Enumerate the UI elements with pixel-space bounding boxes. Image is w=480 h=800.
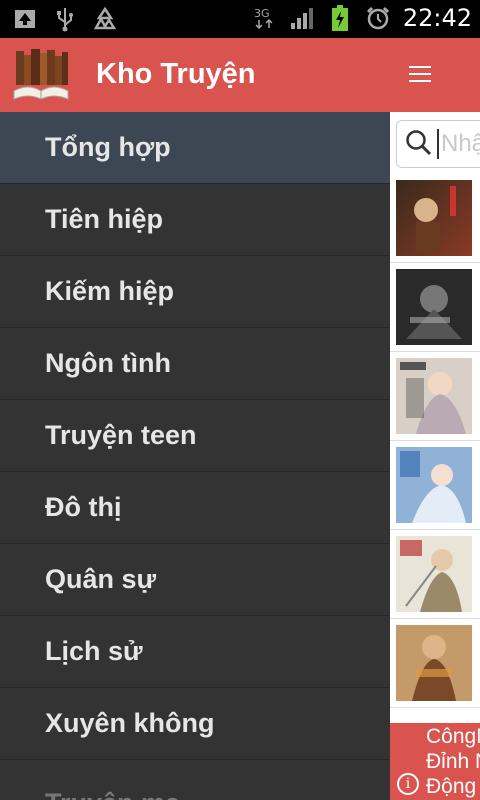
drawer-item-quan-su[interactable]: Quân sự bbox=[0, 544, 390, 616]
list-item[interactable] bbox=[390, 441, 480, 530]
battery-icon bbox=[327, 5, 353, 31]
drawer-item-tong-hop[interactable]: Tổng hợp bbox=[0, 112, 390, 184]
drawer-item-ngon-tinh[interactable]: Ngôn tình bbox=[0, 328, 390, 400]
navigation-drawer: Tổng hợp Tiên hiệp Kiếm hiệp Ngôn tình T… bbox=[0, 112, 390, 800]
drawer-item-label: Truyện ma bbox=[45, 788, 180, 800]
book-cover-5 bbox=[396, 536, 472, 612]
signal-icon bbox=[289, 5, 315, 31]
drawer-item-label: Lịch sử bbox=[45, 636, 143, 666]
notification-icons bbox=[12, 6, 118, 32]
status-bar: 3G 22:42 bbox=[0, 0, 480, 38]
app-title: Kho Truyện bbox=[96, 58, 256, 90]
drawer-item-lich-su[interactable]: Lịch sử bbox=[0, 616, 390, 688]
alarm-icon bbox=[365, 5, 391, 31]
book-cover-4 bbox=[396, 447, 472, 523]
drawer-item-label: Kiếm hiệp bbox=[45, 276, 175, 306]
recycle-icon bbox=[92, 6, 118, 32]
drawer-item-label: Xuyên không bbox=[45, 708, 215, 738]
drawer-item-xuyen-khong[interactable]: Xuyên không bbox=[0, 688, 390, 760]
drawer-item-truyen-ma[interactable]: Truyện ma bbox=[0, 760, 390, 800]
ad-banner[interactable]: CôngN Đỉnh N Động i bbox=[390, 723, 480, 800]
ad-text-line: Đỉnh N bbox=[426, 750, 480, 773]
list-item[interactable] bbox=[390, 352, 480, 441]
ad-text-line: CôngN bbox=[426, 725, 480, 748]
action-bar: Kho Truyện bbox=[0, 38, 480, 112]
network-type-label: 3G bbox=[254, 7, 270, 20]
3g-icon: 3G bbox=[253, 5, 277, 31]
usb-icon bbox=[52, 6, 78, 32]
search-icon bbox=[405, 129, 433, 162]
drawer-item-tien-hiep[interactable]: Tiên hiệp bbox=[0, 184, 390, 256]
book-cover-3 bbox=[396, 358, 472, 434]
drawer-item-label: Quân sự bbox=[45, 564, 157, 594]
drawer-item-truyen-teen[interactable]: Truyện teen bbox=[0, 400, 390, 472]
drawer-item-label: Tổng hợp bbox=[45, 132, 171, 162]
drawer-item-label: Đô thị bbox=[45, 492, 122, 522]
list-item[interactable] bbox=[390, 530, 480, 619]
drawer-item-label: Tiên hiệp bbox=[45, 204, 164, 234]
drawer-item-do-thi[interactable]: Đô thị bbox=[0, 472, 390, 544]
drawer-item-kiem-hiep[interactable]: Kiếm hiệp bbox=[0, 256, 390, 328]
list-item[interactable] bbox=[390, 263, 480, 352]
info-icon[interactable]: i bbox=[397, 773, 419, 795]
app-logo[interactable] bbox=[10, 47, 72, 105]
drawer-item-label: Ngôn tình bbox=[45, 348, 171, 378]
screenshot-icon bbox=[12, 6, 38, 32]
list-item[interactable] bbox=[390, 619, 480, 708]
list-item[interactable] bbox=[390, 174, 480, 263]
main-content: Nhậ bbox=[390, 112, 480, 800]
ad-text-line: Động bbox=[426, 775, 477, 798]
book-cover-6 bbox=[396, 625, 472, 701]
menu-button[interactable] bbox=[400, 56, 440, 96]
clock: 22:42 bbox=[402, 4, 472, 32]
system-icons: 3G 22:42 bbox=[253, 4, 472, 32]
drawer-item-label: Truyện teen bbox=[45, 420, 197, 450]
book-cover-2 bbox=[396, 269, 472, 345]
search-input[interactable]: Nhậ bbox=[441, 130, 480, 158]
search-box[interactable]: Nhậ bbox=[396, 120, 480, 168]
hamburger-icon bbox=[409, 65, 431, 88]
text-cursor bbox=[437, 129, 439, 159]
book-cover-1 bbox=[396, 180, 472, 256]
